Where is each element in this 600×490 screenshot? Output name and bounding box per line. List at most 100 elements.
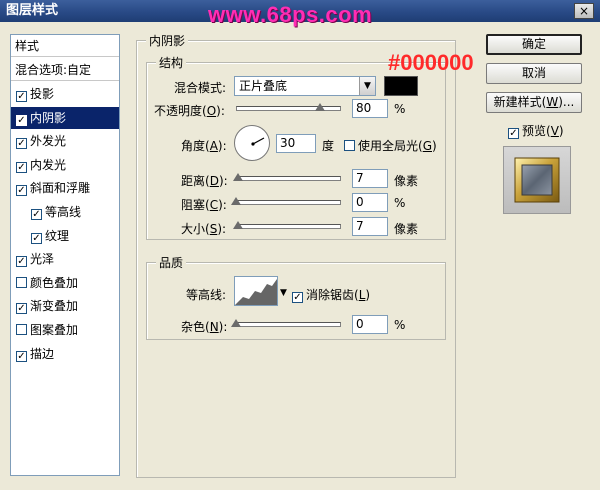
- antialias-label-pre: 消除锯齿(: [306, 288, 359, 302]
- choke-slider-thumb[interactable]: [231, 197, 241, 205]
- style-item[interactable]: ✓ 渐变叠加: [11, 295, 119, 317]
- checkbox-icon[interactable]: ✓: [16, 185, 27, 197]
- style-list: 样式 混合选项:自定 ✓ 投影 ✓ 内阴影 ✓ 外发光 ✓ 内发光 ✓ 斜面和浮雕 ✓ 等高线 ✓ 纹理 ✓…: [10, 34, 120, 476]
- global-light-check-icon: [344, 140, 355, 151]
- style-item[interactable]: ✓ 内发光: [11, 154, 119, 176]
- style-list-header[interactable]: 样式: [11, 35, 119, 57]
- choke-slider-track[interactable]: [236, 200, 341, 205]
- blend-options-item[interactable]: 混合选项:自定: [11, 59, 119, 81]
- style-item[interactable]: ✓ 描边: [11, 343, 119, 365]
- distance-slider-track[interactable]: [236, 176, 341, 181]
- checkbox-icon[interactable]: ✓: [16, 161, 27, 173]
- distance-unit: 像素: [394, 174, 419, 188]
- style-item[interactable]: ✓ 等高线: [11, 201, 119, 223]
- opacity-slider-thumb[interactable]: [315, 103, 325, 111]
- checkbox-icon[interactable]: ✓: [16, 114, 27, 126]
- global-light-label-post: ): [432, 139, 437, 153]
- noise-slider-track[interactable]: [236, 322, 341, 327]
- contour-chevron-down-icon: ▼: [280, 288, 287, 298]
- shadow-color-swatch[interactable]: [384, 76, 418, 96]
- cancel-button[interactable]: 取消: [486, 63, 582, 84]
- style-item-label: 内阴影: [30, 110, 67, 125]
- style-item-label: 内发光: [30, 157, 67, 172]
- blend-mode-label: 混合模式:: [174, 79, 226, 96]
- style-item[interactable]: 颜色叠加: [11, 272, 119, 294]
- opacity-label-pre: 不透明度(: [154, 104, 207, 118]
- angle-unit: 度: [322, 139, 335, 153]
- antialias-checkbox[interactable]: ✓ 消除锯齿(L): [292, 286, 370, 303]
- structure-title: 结构: [156, 54, 187, 71]
- noise-label: 杂色(N):: [181, 318, 227, 335]
- distance-input[interactable]: 7: [352, 169, 388, 188]
- style-item-label: 外发光: [30, 134, 67, 149]
- preview-label-key: V: [550, 124, 559, 138]
- blend-options-label: 混合选项:自定: [15, 63, 92, 77]
- style-item-label: 纹理: [45, 228, 70, 243]
- style-item-label: 颜色叠加: [30, 275, 79, 290]
- choke-unit: %: [394, 196, 406, 210]
- style-item[interactable]: ✓ 投影: [11, 83, 119, 105]
- new-style-button[interactable]: 新建样式(W)...: [486, 92, 582, 113]
- size-label-pre: 大小(: [181, 222, 210, 236]
- angle-input[interactable]: 30: [276, 134, 316, 153]
- contour-label: 等高线:: [186, 288, 227, 302]
- noise-label-pre: 杂色(: [181, 320, 210, 334]
- choke-input[interactable]: 0: [352, 193, 388, 212]
- checkbox-icon[interactable]: ✓: [16, 138, 27, 150]
- antialias-label-post: ): [365, 288, 371, 302]
- contour-picker[interactable]: [234, 276, 278, 306]
- style-item[interactable]: ✓ 纹理: [11, 225, 119, 247]
- opacity-input[interactable]: 80: [352, 99, 388, 118]
- style-item[interactable]: ✓ 内阴影: [11, 106, 119, 129]
- checkbox-icon[interactable]: [16, 324, 27, 335]
- new-style-label-key: W: [546, 95, 559, 109]
- style-item[interactable]: ✓ 外发光: [11, 130, 119, 152]
- close-button[interactable]: ×: [574, 3, 594, 19]
- close-icon: ×: [578, 4, 590, 18]
- angle-dial[interactable]: [234, 125, 270, 161]
- global-light-label-key: G: [422, 139, 432, 153]
- style-item[interactable]: 图案叠加: [11, 319, 119, 341]
- angle-label-key: A: [209, 139, 218, 153]
- checkbox-icon[interactable]: ✓: [16, 256, 27, 268]
- angle-dial-needle-icon: [251, 137, 265, 146]
- noise-input[interactable]: 0: [352, 315, 388, 334]
- noise-unit: %: [394, 318, 406, 332]
- quality-title: 品质: [156, 254, 187, 271]
- ok-button[interactable]: 确定: [486, 34, 582, 55]
- choke-label-pre: 阻塞(: [181, 198, 210, 212]
- checkbox-icon[interactable]: ✓: [31, 232, 42, 244]
- opacity-label-key: O: [206, 104, 217, 118]
- preview-checkbox[interactable]: ✓ 预览(V): [508, 122, 564, 139]
- opacity-label-post: ):: [216, 104, 225, 118]
- style-item-label: 渐变叠加: [30, 299, 79, 314]
- style-item[interactable]: ✓ 光泽: [11, 248, 119, 270]
- preview-label-post: ): [558, 124, 564, 138]
- blend-mode-select[interactable]: 正片叠底 ▼: [234, 76, 376, 96]
- checkbox-icon[interactable]: ✓: [31, 209, 42, 220]
- checkbox-icon[interactable]: ✓: [16, 350, 27, 362]
- opacity-label: 不透明度(O):: [154, 102, 225, 119]
- style-item[interactable]: ✓ 斜面和浮雕: [11, 177, 119, 199]
- style-item-label: 图案叠加: [30, 323, 79, 337]
- global-light-checkbox[interactable]: 使用全局光(G): [344, 137, 437, 154]
- size-input[interactable]: 7: [352, 217, 388, 236]
- distance-label: 距离(D):: [181, 172, 228, 189]
- checkbox-icon[interactable]: ✓: [16, 303, 27, 315]
- distance-slider-thumb[interactable]: [233, 173, 244, 181]
- checkbox-icon[interactable]: ✓: [16, 91, 27, 102]
- choke-label: 阻塞(C):: [181, 196, 227, 213]
- size-slider-thumb[interactable]: [233, 221, 244, 229]
- gold-frame-preview-icon: [514, 157, 560, 203]
- hex-color-annotation: #000000: [388, 50, 474, 75]
- choke-label-post: ):: [218, 198, 227, 212]
- size-label-post: ):: [217, 222, 227, 236]
- contour-dropdown[interactable]: ▼: [280, 276, 292, 306]
- blend-mode-value: 正片叠底: [239, 79, 288, 93]
- style-item-label: 光泽: [30, 252, 55, 267]
- opacity-slider-track[interactable]: [236, 106, 341, 111]
- size-slider-track[interactable]: [236, 224, 341, 229]
- checkbox-icon[interactable]: [16, 276, 27, 288]
- noise-slider-thumb[interactable]: [231, 319, 241, 327]
- distance-label-post: ):: [218, 174, 228, 188]
